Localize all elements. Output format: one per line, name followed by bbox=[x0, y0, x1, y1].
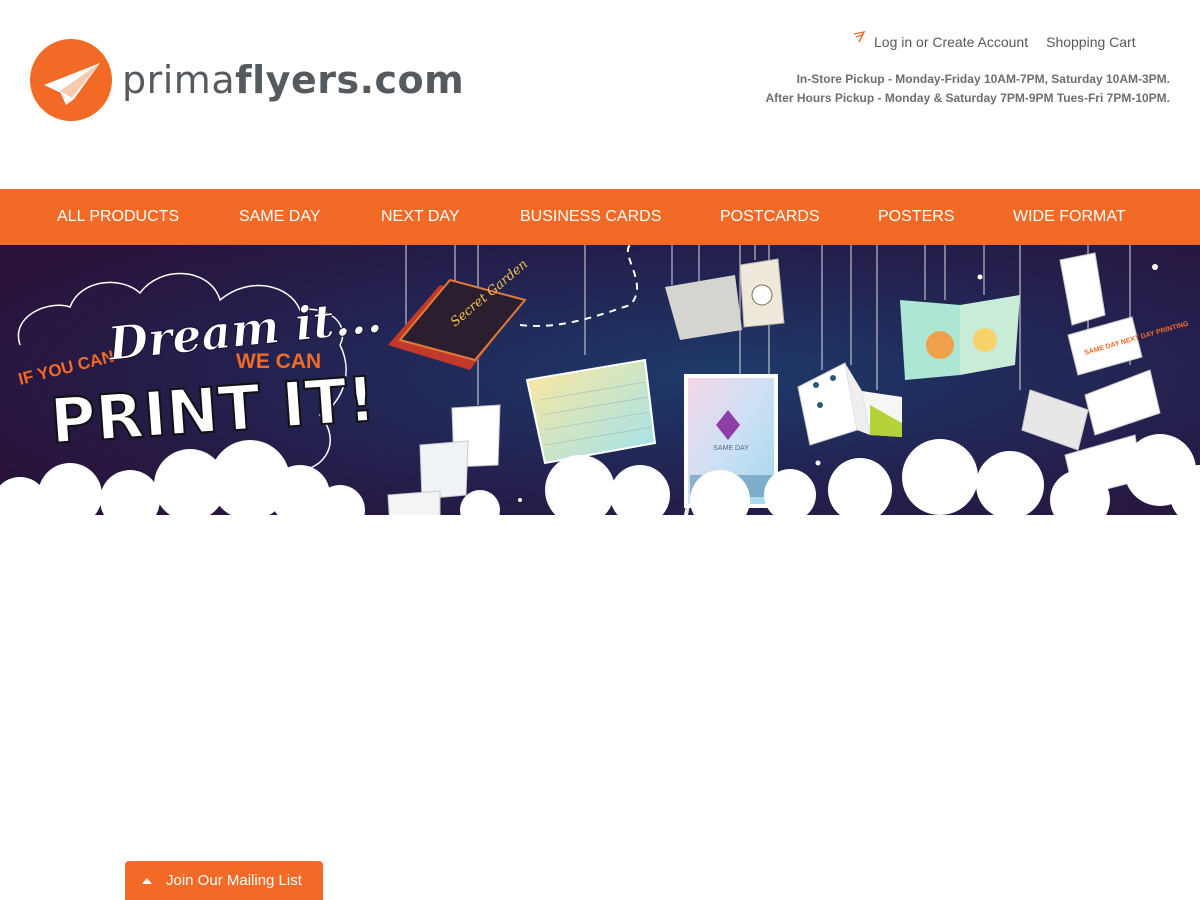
photo-book-graphic bbox=[900, 295, 1020, 380]
site-header: primaflyers.com Log in or Create Account… bbox=[0, 0, 1200, 189]
mailing-list-button[interactable]: Join Our Mailing List bbox=[125, 861, 323, 900]
shopping-cart-link[interactable]: Shopping Cart bbox=[1046, 34, 1136, 50]
nav-business-cards[interactable]: BUSINESS CARDS bbox=[520, 189, 661, 245]
nav-next-day[interactable]: NEXT DAY bbox=[381, 189, 460, 245]
hero-banner-art: IF YOU CAN Dream it... WE CAN PRINT IT! … bbox=[0, 245, 1200, 535]
nav-postcards[interactable]: POSTCARDS bbox=[720, 189, 820, 245]
logo-text-suffix: .com bbox=[359, 58, 465, 102]
in-store-hours: In-Store Pickup - Monday-Friday 10AM-7PM… bbox=[796, 72, 1170, 86]
login-link[interactable]: Log in or Create Account bbox=[874, 34, 1028, 50]
nav-all-products[interactable]: ALL PRODUCTS bbox=[57, 189, 179, 245]
paper-plane-logo-icon bbox=[30, 39, 112, 121]
after-hours: After Hours Pickup - Monday & Saturday 7… bbox=[765, 91, 1170, 105]
nav-wide-format[interactable]: WIDE FORMAT bbox=[1013, 189, 1126, 245]
logo-text-flyers: flyers bbox=[235, 58, 360, 102]
nav-same-day[interactable]: SAME DAY bbox=[239, 189, 321, 245]
account-links: Log in or Create Account Shopping Cart bbox=[852, 31, 1136, 50]
mailing-list-label: Join Our Mailing List bbox=[166, 872, 302, 889]
logo-text-prima: prima bbox=[122, 58, 236, 102]
logo-wordmark: primaflyers.com bbox=[122, 58, 464, 102]
poster-text: SAME DAY bbox=[713, 445, 749, 452]
site-logo[interactable]: primaflyers.com bbox=[30, 39, 464, 121]
pickup-hours: In-Store Pickup - Monday-Friday 10AM-7PM… bbox=[765, 70, 1170, 108]
main-nav: ALL PRODUCTS SAME DAY NEXT DAY BUSINESS … bbox=[0, 189, 1200, 245]
user-icon bbox=[853, 31, 866, 43]
caret-up-icon bbox=[142, 877, 152, 884]
hero-banner[interactable]: IF YOU CAN Dream it... WE CAN PRINT IT! … bbox=[0, 245, 1200, 535]
nav-posters[interactable]: POSTERS bbox=[878, 189, 954, 245]
